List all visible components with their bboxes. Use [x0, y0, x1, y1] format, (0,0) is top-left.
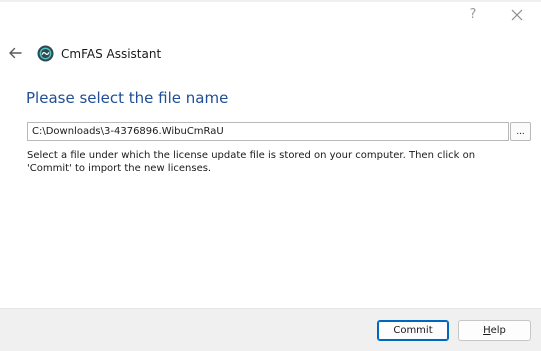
help-button[interactable]: Help [458, 320, 531, 341]
app-title: CmFAS Assistant [61, 47, 162, 61]
title-bar [0, 0, 541, 2]
browse-button[interactable]: ... [510, 122, 531, 141]
instructions-text: Select a file under which the license up… [27, 150, 476, 174]
cmfas-logo-icon [37, 45, 54, 62]
dialog-window: ? CmFAS Assistant Please select the file… [0, 0, 541, 351]
page-title: Please select the file name [26, 89, 229, 107]
help-label-rest: elp [490, 325, 506, 336]
back-arrow-icon[interactable] [6, 44, 24, 62]
help-mnemonic: H [483, 325, 491, 336]
button-bar: Commit Help [0, 308, 541, 351]
close-icon[interactable] [509, 7, 525, 23]
commit-button[interactable]: Commit [377, 320, 449, 341]
question-mark-icon[interactable]: ? [466, 6, 480, 24]
file-path-input[interactable]: C:\Downloads\3-4376896.WibuCmRaU [27, 122, 509, 141]
